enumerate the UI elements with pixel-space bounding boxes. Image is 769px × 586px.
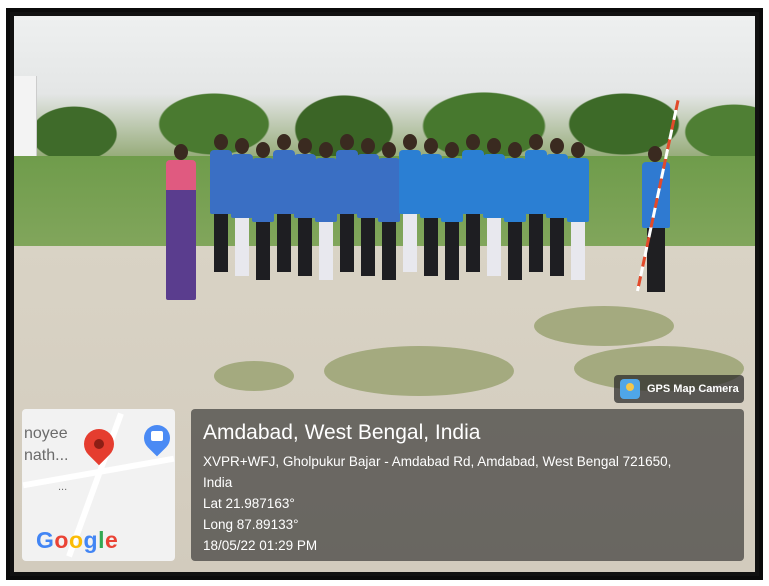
google-logo-letter: e: [104, 527, 119, 553]
google-logo-letter: g: [83, 527, 99, 553]
google-logo-letter: o: [54, 527, 69, 553]
google-logo: Google: [36, 527, 118, 554]
shopping-bag-glyph: [151, 431, 163, 441]
google-logo-letter: o: [68, 527, 84, 553]
location-info-card: Amdabad, West Bengal, India XVPR+WFJ, Gh…: [191, 409, 744, 561]
grass-patch: [324, 346, 514, 396]
longitude: Long 87.89133°: [203, 517, 299, 532]
location-title: Amdabad, West Bengal, India: [203, 421, 481, 444]
google-logo-letter: l: [98, 527, 105, 553]
map-place-label: ...: [58, 481, 68, 493]
grass-patch: [214, 361, 294, 391]
gps-map-camera-icon: [620, 379, 640, 399]
map-pin-dot: [94, 439, 104, 449]
gps-badge-label: GPS Map Camera: [647, 383, 739, 395]
address-line: India: [203, 475, 233, 490]
grass-patch: [534, 306, 674, 346]
gps-map-camera-badge: GPS Map Camera: [614, 375, 744, 403]
address-line: XVPR+WFJ, Gholpukur Bajar - Amdabad Rd, …: [203, 454, 672, 469]
map-thumbnail[interactable]: noyee nath... ... Google: [22, 409, 175, 561]
map-place-label: noyee: [24, 425, 68, 442]
google-logo-letter: G: [36, 527, 55, 553]
map-place-label: nath...: [24, 447, 69, 464]
latitude: Lat 21.987163°: [203, 496, 295, 511]
timestamp: 18/05/22 01:29 PM: [203, 538, 318, 553]
